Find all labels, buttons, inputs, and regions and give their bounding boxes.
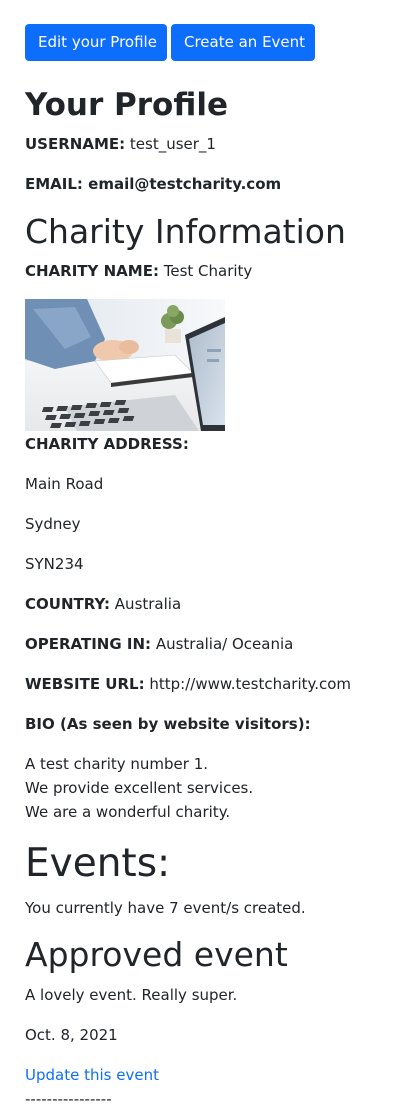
event-title: Approved event xyxy=(25,935,288,974)
email-row: EMAIL: email@testcharity.com xyxy=(25,173,281,195)
events-summary: You currently have 7 event/s created. xyxy=(25,899,306,917)
operating-label: OPERATING IN: xyxy=(25,635,152,653)
email-label: EMAIL: xyxy=(25,175,83,193)
bio-line-1: A test charity number 1. xyxy=(25,755,209,773)
charity-name-value: Test Charity xyxy=(163,262,253,280)
charity-photo xyxy=(25,299,225,431)
laptop-photo-illustration xyxy=(25,299,225,431)
website-value: http://www.testcharity.com xyxy=(149,675,352,693)
address-line-1: Main Road xyxy=(25,475,104,493)
charity-address-label: CHARITY ADDRESS: xyxy=(25,435,189,453)
operating-value: Australia/ Oceania xyxy=(155,635,294,653)
country-value: Australia xyxy=(114,595,182,613)
charity-name-label: CHARITY NAME: xyxy=(25,262,159,280)
username-value: test_user_1 xyxy=(129,135,216,153)
event-separator: ---------------- xyxy=(25,1090,112,1108)
create-event-button[interactable]: Create an Event xyxy=(171,24,315,61)
bio-line-3: We are a wonderful charity. xyxy=(25,803,231,821)
bio-label: BIO (As seen by website visitors): xyxy=(25,715,311,733)
username-label: USERNAME: xyxy=(25,135,126,153)
profile-heading: Your Profile xyxy=(25,87,228,123)
address-line-3: SYN234 xyxy=(25,555,84,573)
event-description: A lovely event. Really super. xyxy=(25,986,238,1004)
username-row: USERNAME: test_user_1 xyxy=(25,133,216,155)
charity-heading: Charity Information xyxy=(25,212,346,251)
website-row: WEBSITE URL: http://www.testcharity.com xyxy=(25,673,351,695)
update-event-link[interactable]: Update this event xyxy=(25,1064,159,1086)
charity-name-row: CHARITY NAME: Test Charity xyxy=(25,260,252,282)
address-line-2: Sydney xyxy=(25,515,81,533)
operating-row: OPERATING IN: Australia/ Oceania xyxy=(25,633,293,655)
events-heading: Events: xyxy=(25,841,171,886)
country-row: COUNTRY: Australia xyxy=(25,593,181,615)
website-label: WEBSITE URL: xyxy=(25,675,145,693)
edit-profile-button[interactable]: Edit your Profile xyxy=(25,24,167,61)
country-label: COUNTRY: xyxy=(25,595,111,613)
bio-line-2: We provide excellent services. xyxy=(25,779,254,797)
event-date: Oct. 8, 2021 xyxy=(25,1026,118,1044)
email-value: email@testcharity.com xyxy=(88,175,282,193)
